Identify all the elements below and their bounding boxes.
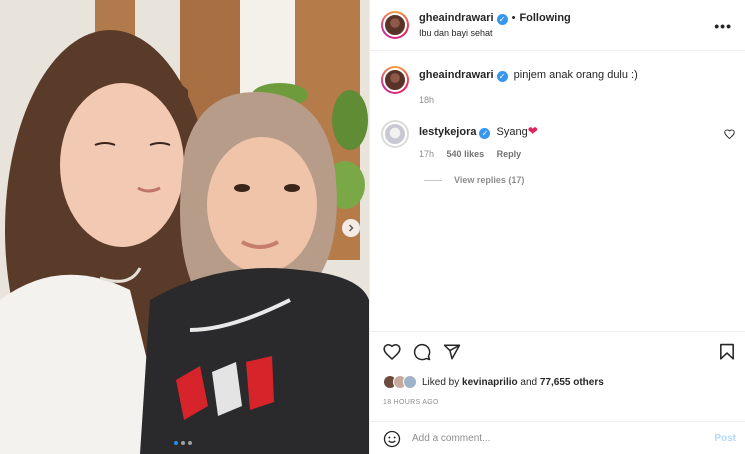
caption-avatar[interactable] — [381, 66, 409, 94]
liked-middle: and — [517, 376, 540, 388]
view-replies-button[interactable]: View replies (17) — [424, 175, 524, 185]
caption-time: 18h — [419, 95, 435, 105]
post-photo[interactable] — [0, 0, 369, 454]
emoji-icon[interactable] — [383, 430, 401, 448]
instagram-post: gheaindrawari ✓ • Following Ibu dan bayi se… — [0, 0, 745, 454]
header-separator: • — [511, 12, 516, 24]
caption-username[interactable]: gheaindrawari — [419, 69, 494, 81]
post-comment-button[interactable]: Post — [714, 433, 736, 444]
like-heart-icon[interactable] — [383, 343, 401, 360]
heart-icon[interactable] — [724, 129, 735, 139]
following-button[interactable]: Following — [519, 12, 570, 24]
photo-scene — [0, 0, 369, 454]
comment-icon[interactable] — [413, 343, 431, 361]
author-line: gheaindrawari ✓ • Following — [419, 12, 571, 25]
comment-input[interactable]: Add a comment... — [412, 433, 490, 444]
liked-prefix: Liked by — [422, 376, 463, 388]
liker-username[interactable]: kevinaprilio — [462, 377, 518, 388]
comment-time: 17h — [419, 149, 435, 159]
carousel-dot-1 — [174, 441, 178, 445]
post-actions: Liked by kevinaprilio and 77,655 others … — [370, 331, 745, 421]
author-avatar[interactable] — [381, 11, 409, 39]
more-icon[interactable]: ••• — [714, 18, 732, 34]
caption-line: gheaindrawari ✓ pinjem anak orang dulu :) — [419, 69, 638, 82]
liked-by-text: Liked by kevinaprilio and 77,655 others — [422, 377, 604, 388]
carousel-dot-2 — [181, 441, 185, 445]
comment-bar: Add a comment... Post — [370, 421, 745, 454]
post-location[interactable]: Ibu dan bayi sehat — [419, 28, 493, 38]
share-icon[interactable] — [443, 343, 461, 361]
chevron-right-icon — [349, 224, 354, 232]
comment-likes[interactable]: 540 likes — [447, 149, 485, 159]
caption-text: pinjem anak orang dulu :) — [513, 69, 638, 81]
verified-icon: ✓ — [479, 128, 491, 139]
verified-icon: ✓ — [496, 14, 508, 25]
verified-icon: ✓ — [496, 71, 508, 82]
comment-line: lestykejora ✓ Syang❤ — [419, 124, 538, 139]
carousel-next-button[interactable] — [342, 219, 360, 237]
carousel-indicator — [174, 441, 192, 445]
commenter-avatar[interactable] — [381, 120, 409, 148]
liker-avatar — [403, 375, 417, 389]
replies-divider — [424, 179, 442, 181]
others-count[interactable]: 77,655 others — [540, 377, 604, 388]
comment-text: Syang — [496, 126, 528, 138]
red-heart-emoji-icon: ❤ — [527, 124, 538, 138]
liked-by-row: Liked by kevinaprilio and 77,655 others — [383, 375, 604, 389]
view-replies-label: View replies (17) — [454, 175, 525, 185]
post-header: gheaindrawari ✓ • Following Ibu dan bayi se… — [370, 0, 745, 51]
post-timestamp[interactable]: 18 HOURS AGO — [383, 399, 439, 406]
reply-button[interactable]: Reply — [497, 149, 522, 159]
carousel-dot-3 — [188, 441, 192, 445]
commenter-username[interactable]: lestykejora — [419, 126, 476, 138]
author-username[interactable]: gheaindrawari — [419, 12, 494, 24]
post-sidebar: gheaindrawari ✓ • Following Ibu dan bayi se… — [369, 0, 745, 454]
comment-meta: 17h 540 likes Reply — [419, 149, 521, 159]
bookmark-icon[interactable] — [719, 343, 735, 360]
